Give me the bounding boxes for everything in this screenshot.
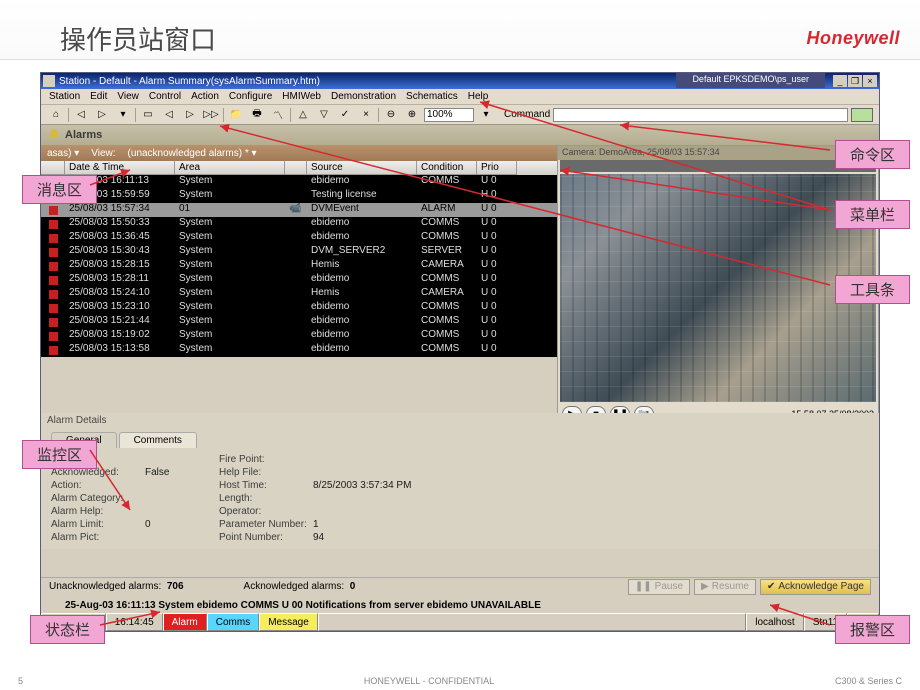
menu-help[interactable]: Help — [464, 91, 493, 102]
menu-station[interactable]: Station — [45, 91, 84, 102]
menu-action[interactable]: Action — [187, 91, 223, 102]
alarm-critical-icon — [49, 234, 58, 243]
menu-hmiweb[interactable]: HMIWeb — [278, 91, 325, 102]
alarms-banner: Alarms — [41, 125, 879, 145]
status-time: 16:14:45 — [106, 613, 163, 631]
camera-icon: 📹 — [289, 203, 301, 214]
acknowledge-page-button[interactable]: ✔ Acknowledge Page — [760, 579, 871, 595]
camera-slider[interactable] — [560, 160, 876, 172]
open-icon[interactable]: 📁 — [227, 107, 245, 123]
zoom-dropdown-icon[interactable]: ▾ — [477, 107, 495, 123]
callout-menu-bar: 菜单栏 — [835, 200, 910, 229]
status-message[interactable]: Message — [259, 613, 318, 631]
callout-status-bar: 状态栏 — [30, 615, 105, 644]
zoomout-icon[interactable]: ⊖ — [382, 107, 400, 123]
x-icon[interactable]: × — [357, 107, 375, 123]
view-label: View: — [91, 148, 115, 159]
go-button[interactable] — [851, 108, 873, 122]
alarm-critical-icon — [49, 346, 58, 355]
alarm-critical-icon — [49, 332, 58, 341]
chart-icon[interactable]: 〽 — [269, 107, 287, 123]
menu-demonstration[interactable]: Demonstration — [327, 91, 400, 102]
alarm-critical-icon — [49, 262, 58, 271]
unack-value: 706 — [167, 581, 184, 592]
window-title: Station - Default - Alarm Summary(sysAla… — [59, 76, 320, 87]
home-icon[interactable]: ⌂ — [47, 107, 65, 123]
pause-button[interactable]: ❚❚ Pause — [628, 579, 690, 595]
down-icon[interactable]: ▽ — [315, 107, 333, 123]
alarm-critical-icon — [49, 220, 58, 229]
page-icon[interactable]: ▭ — [139, 107, 157, 123]
menu-edit[interactable]: Edit — [86, 91, 111, 102]
up-icon[interactable]: △ — [294, 107, 312, 123]
view-dropdown[interactable]: (unacknowledged alarms) * — [128, 148, 257, 159]
alarm-details: Alarm Details General Comments Reason:Ac… — [41, 413, 879, 549]
next-icon[interactable]: ▷ — [181, 107, 199, 123]
callout-toolbar: 工具条 — [835, 275, 910, 304]
camera-title: Camera: DemoArea, 25/08/03 15:57:34 — [562, 147, 720, 159]
menu-bar: Station Edit View Control Action Configu… — [41, 89, 879, 105]
print-icon[interactable]: 🖶 — [248, 107, 266, 123]
alarm-critical-icon — [49, 318, 58, 327]
history-icon[interactable]: ▾ — [114, 107, 132, 123]
col-area[interactable]: Area — [175, 161, 285, 175]
check-icon[interactable]: ✓ — [336, 107, 354, 123]
alarm-ticker: 25-Aug-03 16:11:13 System ebidemo COMMS … — [41, 597, 879, 613]
col-prio[interactable]: Prio — [477, 161, 517, 175]
unack-label: Unacknowledged alarms: — [49, 581, 161, 592]
col-datetime[interactable]: Date & Time — [65, 161, 175, 175]
menu-control[interactable]: Control — [145, 91, 185, 102]
status-host: localhost — [746, 613, 803, 631]
alarm-critical-icon — [49, 290, 58, 299]
alarm-critical-icon — [49, 304, 58, 313]
command-input[interactable] — [553, 108, 848, 122]
product-label: C300 & Series C — [835, 676, 902, 686]
ack-value: 0 — [350, 581, 356, 592]
callout-alarm-area: 报警区 — [835, 615, 910, 644]
camera-feed — [560, 174, 876, 402]
status-alarm[interactable]: Alarm — [163, 613, 207, 631]
location-dropdown[interactable]: asas) — [47, 148, 79, 159]
close-button[interactable]: × — [863, 75, 877, 87]
col-condition[interactable]: Condition — [417, 161, 477, 175]
status-comms[interactable]: Comms — [207, 613, 259, 631]
col-source[interactable]: Source — [307, 161, 417, 175]
toolbar: ⌂ ◁ ▷ ▾ ▭ ◁ ▷ ▷▷ 📁 🖶 〽 △ ▽ ✓ × ⊖ ⊕ ▾ Com… — [41, 105, 879, 125]
zoomin-icon[interactable]: ⊕ — [403, 107, 421, 123]
camera-panel: Camera: DemoArea, 25/08/03 15:57:34 × ▶ … — [557, 145, 879, 445]
next2-icon[interactable]: ▷▷ — [202, 107, 220, 123]
station-window: Station - Default - Alarm Summary(sysAla… — [40, 72, 880, 632]
bell-icon — [47, 128, 61, 142]
status-bar: 25-Aug-03 16:14:45 Alarm Comms Message l… — [41, 613, 879, 631]
user-badge: Default EPKSDEMO\ps_user — [676, 73, 825, 88]
prev-icon[interactable]: ◁ — [160, 107, 178, 123]
alarm-details-title: Alarm Details — [41, 413, 879, 428]
command-label: Command — [504, 109, 550, 120]
zoom-input[interactable] — [424, 108, 474, 122]
window-titlebar[interactable]: Station - Default - Alarm Summary(sysAla… — [41, 73, 879, 89]
tab-comments[interactable]: Comments — [119, 432, 197, 448]
back-icon[interactable]: ◁ — [72, 107, 90, 123]
forward-icon[interactable]: ▷ — [93, 107, 111, 123]
slide-title: 操作员站窗口 — [60, 20, 216, 57]
alarm-critical-icon — [49, 206, 58, 215]
resume-button[interactable]: ▶ Resume — [694, 579, 756, 595]
alarm-critical-icon — [49, 248, 58, 257]
callout-message-area: 消息区 — [22, 175, 97, 204]
menu-view[interactable]: View — [113, 91, 143, 102]
menu-configure[interactable]: Configure — [225, 91, 276, 102]
honeywell-logo: Honeywell — [806, 28, 900, 49]
confidential-label: HONEYWELL - CONFIDENTIAL — [23, 676, 835, 686]
alarm-critical-icon — [49, 276, 58, 285]
app-icon — [43, 75, 55, 87]
maximize-button[interactable]: ❐ — [848, 75, 862, 87]
minimize-button[interactable]: _ — [833, 75, 847, 87]
ack-label: Acknowledged alarms: — [244, 581, 345, 592]
menu-schematics[interactable]: Schematics — [402, 91, 462, 102]
callout-monitor-area: 监控区 — [22, 440, 97, 469]
callout-command-area: 命令区 — [835, 140, 910, 169]
summary-bar: Unacknowledged alarms: 706 Acknowledged … — [41, 577, 879, 595]
